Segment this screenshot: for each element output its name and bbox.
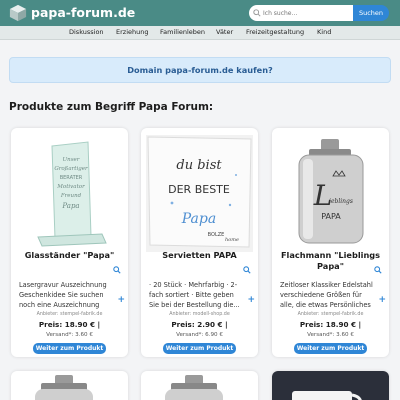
flask-papa: PAPA <box>321 212 341 221</box>
product-image[interactable] <box>272 371 389 400</box>
product-title[interactable]: Flachmann "Lieblings Papa" <box>276 250 385 272</box>
nav-bar: Diskussion Erziehung Familienleben Väter… <box>0 26 400 40</box>
product-vendor: Anbieter: stempel-fabrik.de <box>297 312 364 317</box>
domain-sale-link[interactable]: Domain papa-forum.de kaufen? <box>127 65 273 75</box>
product-vendor: Anbieter: modell-shop.de <box>169 312 230 317</box>
napkin-line-1: du bist <box>176 158 222 173</box>
product-shipping: Versand*: 3.60 € <box>307 332 354 338</box>
award-line-6: Papa <box>61 202 79 210</box>
product-card: L ieblings PAPA Flachmann "Lieblings Pap… <box>272 128 389 357</box>
expand-plus-icon[interactable]: + <box>247 295 255 305</box>
expand-plus-icon[interactable]: + <box>378 295 386 305</box>
award-line-1: Unser <box>63 157 80 163</box>
product-image[interactable]: du bist DER BESTE Papa BOLZE home <box>146 135 253 252</box>
flask-script: ieblings <box>329 198 353 205</box>
napkin-line-4: BOLZE <box>208 232 225 238</box>
section-title: Produkte zum Begriff Papa Forum: <box>9 101 214 113</box>
product-card-partial <box>11 371 128 400</box>
product-card: Unser Großartiger BERATER Motivator Freu… <box>11 128 128 357</box>
product-price: Preis: 18.90 € | <box>38 320 101 329</box>
award-line-5: Freund <box>60 193 82 199</box>
header-bar: papa-forum.de Suchen <box>0 0 400 26</box>
product-card-partial <box>141 371 258 400</box>
search-input[interactable] <box>249 5 353 21</box>
product-button[interactable]: Weiter zum Produkt <box>163 343 236 354</box>
napkin-line-3: Papa <box>181 211 216 227</box>
product-image[interactable] <box>11 371 128 400</box>
product-price: Preis: 18.90 € | <box>299 320 362 329</box>
nav-item-kind[interactable]: Kind <box>317 28 331 36</box>
product-card-partial <box>272 371 389 400</box>
award-line-3: BERATER <box>60 175 83 181</box>
napkin-line-5: home <box>225 237 239 243</box>
magnifier-icon[interactable] <box>374 266 382 274</box>
nav-item-erziehung[interactable]: Erziehung <box>116 28 148 36</box>
magnifier-icon[interactable] <box>243 266 251 274</box>
product-shipping: Versand*: 3.60 € <box>46 332 93 338</box>
nav-item-familienleben[interactable]: Familienleben <box>160 28 205 36</box>
flask-initial: L <box>313 179 333 212</box>
award-line-2: Großartiger <box>54 166 88 172</box>
napkin-line-2: DER BESTE <box>168 183 230 196</box>
product-image[interactable]: L ieblings PAPA <box>277 135 384 252</box>
domain-sale-banner[interactable]: Domain papa-forum.de kaufen? <box>9 57 391 83</box>
product-description: · 20 Stück · Mehrfarbig · 2-fach sortier… <box>149 281 240 309</box>
site-logo-text[interactable]: papa-forum.de <box>31 5 135 20</box>
product-image[interactable] <box>141 371 258 400</box>
nav-item-diskussion[interactable]: Diskussion <box>69 28 104 36</box>
product-button[interactable]: Weiter zum Produkt <box>33 343 106 354</box>
nav-item-vaeter[interactable]: Väter <box>216 28 233 36</box>
product-title[interactable]: Glasständer "Papa" <box>15 250 124 261</box>
product-price: Preis: 2.90 € | <box>171 320 228 329</box>
nav-item-freizeitgestaltung[interactable]: Freizeitgestaltung <box>246 28 304 36</box>
product-button[interactable]: Weiter zum Produkt <box>294 343 367 354</box>
product-image[interactable]: Unser Großartiger BERATER Motivator Freu… <box>16 135 123 252</box>
search-icon <box>253 9 261 17</box>
product-title[interactable]: Servietten PAPA <box>145 250 254 261</box>
award-line-4: Motivator <box>56 184 85 190</box>
product-description: Lasergravur Auszeichnung Geschenkidee Si… <box>19 281 107 309</box>
product-vendor: Anbieter: stempel-fabrik.de <box>36 312 103 317</box>
product-shipping: Versand*: 6.90 € <box>176 332 223 338</box>
search-button[interactable]: Suchen <box>353 5 389 21</box>
product-card: du bist DER BESTE Papa BOLZE home Servie… <box>141 128 258 357</box>
product-description: Zeitloser Klassiker Edelstahl verschiede… <box>280 281 373 309</box>
cube-icon[interactable] <box>9 4 27 22</box>
expand-plus-icon[interactable]: + <box>117 295 125 305</box>
magnifier-icon[interactable] <box>113 266 121 274</box>
